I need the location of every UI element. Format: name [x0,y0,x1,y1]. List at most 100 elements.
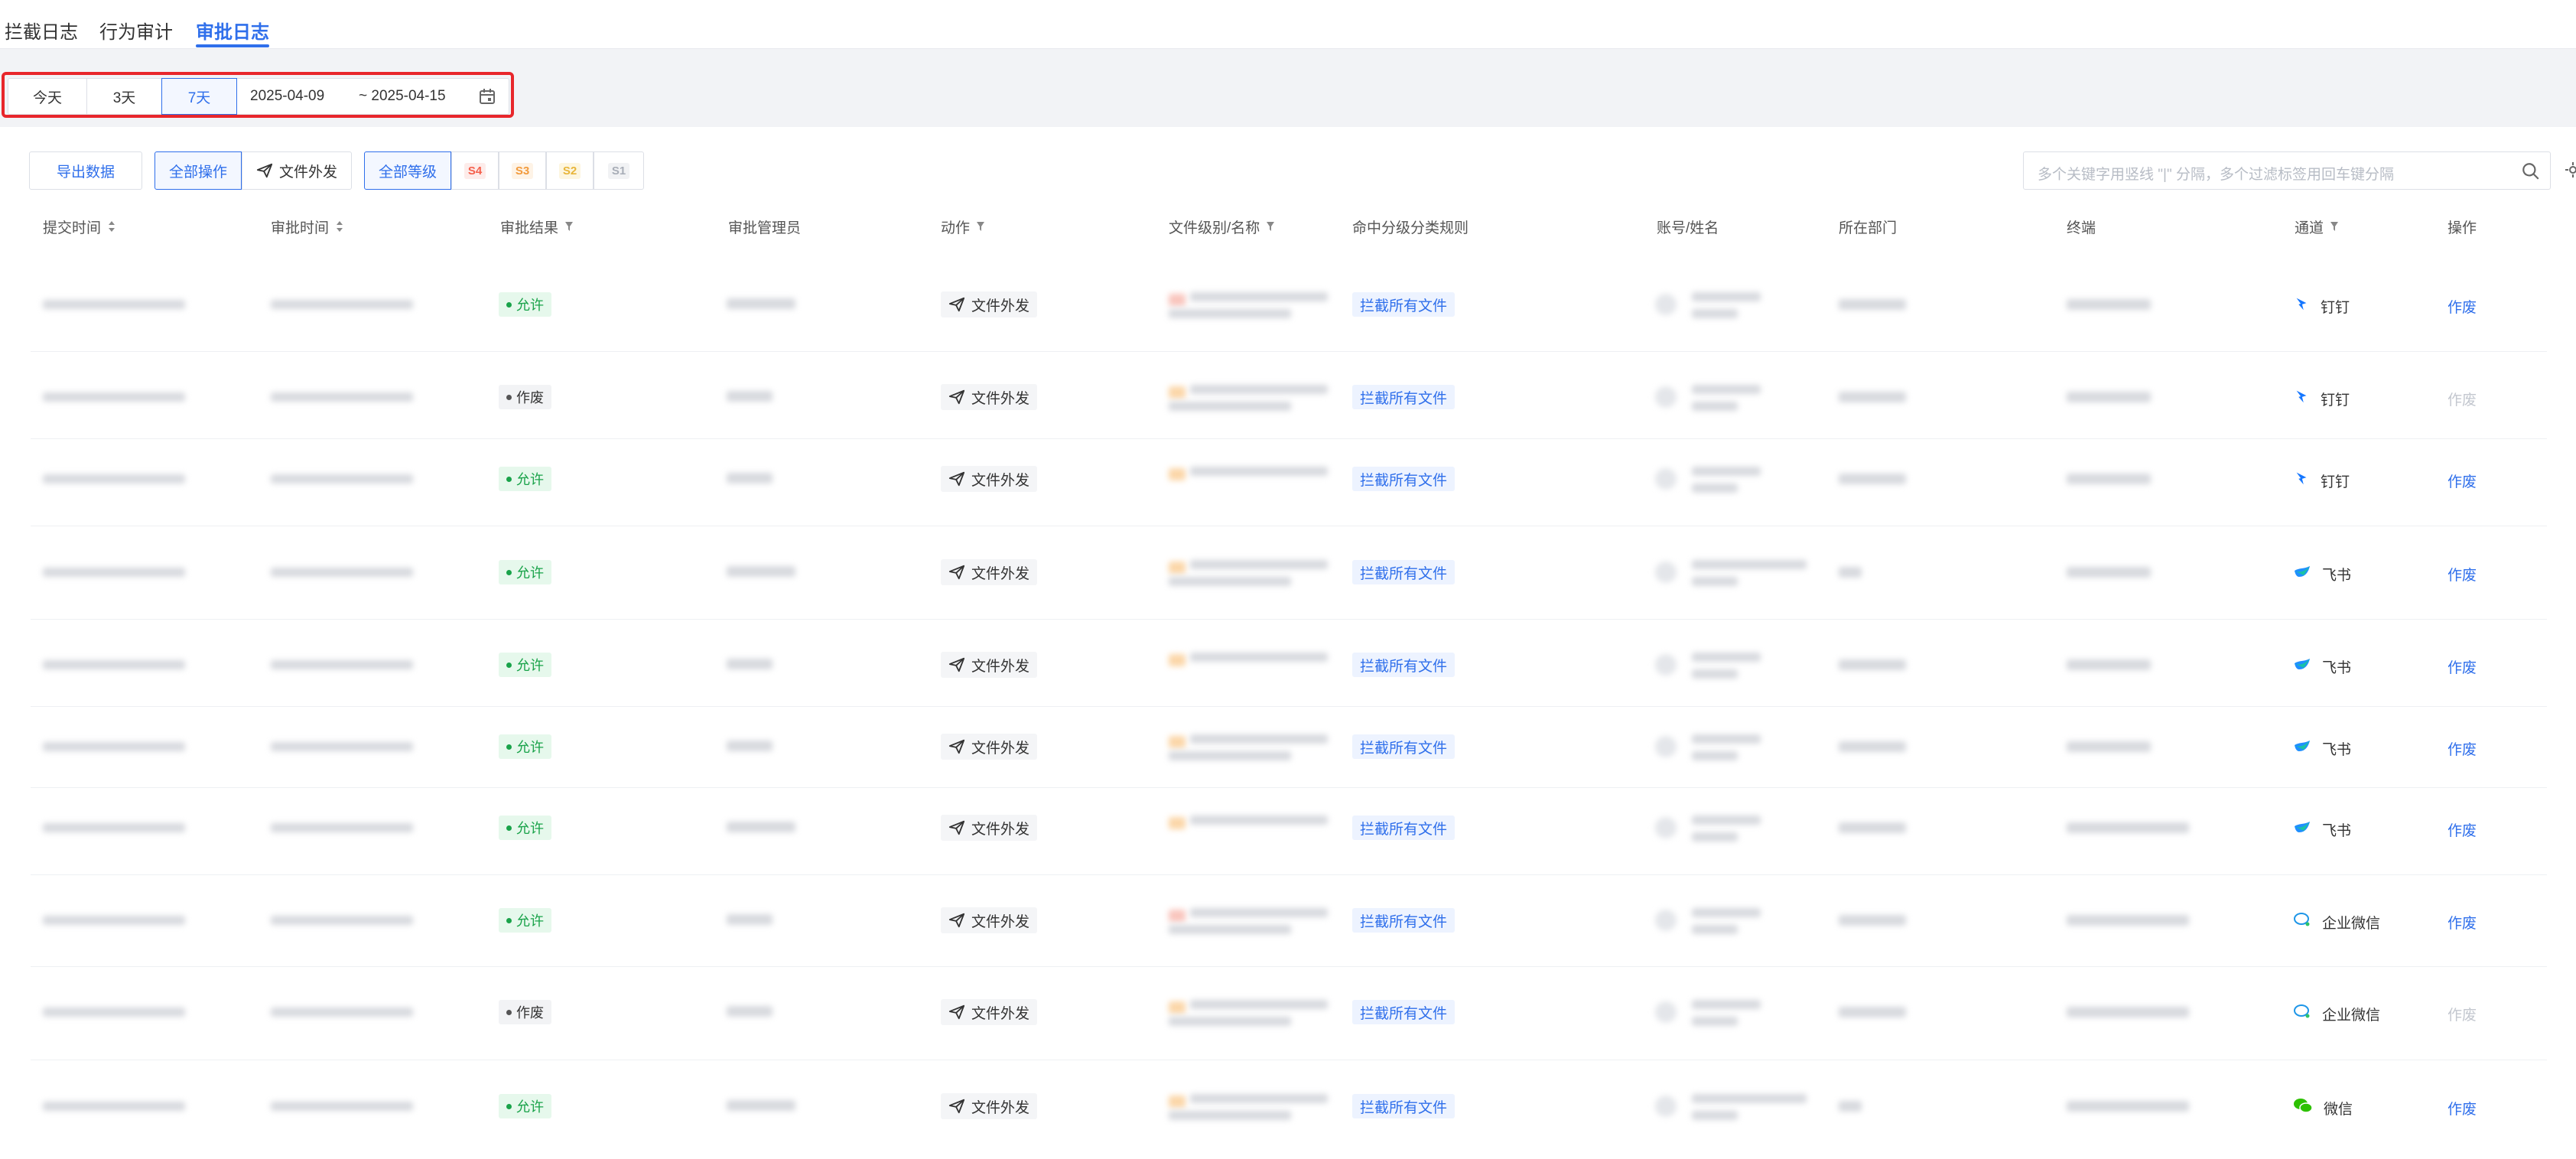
redacted-terminal [2067,567,2151,578]
channel-label: 飞书 [2322,822,2352,839]
status-badge: 允许 [499,560,551,584]
redacted-admin [727,391,772,402]
header-approve-time[interactable]: 审批时间 [271,216,344,237]
channel-cell: 飞书 [2293,819,2351,840]
search-placeholder: 多个关键字用竖线 "|" 分隔，多个过滤标签用回车键分隔 [2038,167,2394,183]
redacted-filename [1169,309,1291,318]
row-divider [31,438,2547,439]
redacted-account [1692,467,1761,476]
redacted-terminal [2067,474,2151,484]
header-result[interactable]: 审批结果 [500,216,574,237]
sort-icon[interactable] [107,220,116,233]
redacted-filename [1190,1000,1328,1009]
void-button[interactable]: 作废 [2448,470,2477,491]
operation-all-button[interactable]: 全部操作 [154,151,242,190]
header-action[interactable]: 动作 [941,216,985,237]
redacted-submit-time [43,300,185,309]
redacted-department [1839,392,1906,402]
redacted-filename [1190,908,1328,917]
operation-send-button[interactable]: 文件外发 [242,151,352,190]
rule-tag[interactable]: 拦截所有文件 [1352,908,1456,933]
rule-tag[interactable]: 拦截所有文件 [1352,734,1456,759]
level-s3-button[interactable]: S3 [499,151,546,190]
rule-tag[interactable]: 拦截所有文件 [1352,1094,1456,1118]
header-submit-time[interactable]: 提交时间 [43,216,116,237]
redacted-submit-time [43,660,185,669]
redacted-account [1692,1094,1807,1103]
send-icon [948,1004,965,1020]
action-tag: 文件外发 [941,652,1038,678]
action-tag: 文件外发 [941,466,1038,492]
level-s4-button[interactable]: S4 [451,151,499,190]
avatar [1655,468,1677,490]
tab-approval-log[interactable]: 审批日志 [196,17,269,47]
rule-tag[interactable]: 拦截所有文件 [1352,467,1456,491]
redacted-filename [1169,1017,1291,1026]
rule-tag[interactable]: 拦截所有文件 [1352,560,1456,584]
header-channel[interactable]: 通道 [2295,216,2339,237]
filter-icon[interactable] [976,220,985,233]
channel-cell: 钉钉 [2293,470,2350,491]
redacted-account [1692,653,1761,662]
header-rule: 命中分级分类规则 [1352,216,1469,237]
export-data-button[interactable]: 导出数据 [29,151,142,190]
rule-tag[interactable]: 拦截所有文件 [1352,385,1456,409]
redacted-admin [727,741,772,751]
search-icon[interactable] [2521,161,2541,181]
highlight-annotation-box [2,72,514,118]
void-button[interactable]: 作废 [2448,912,2477,933]
redacted-admin [727,659,772,669]
redacted-name [1692,1111,1738,1120]
avatar [1655,654,1677,676]
status-badge: 允许 [499,467,551,491]
send-icon [948,913,965,928]
rule-tag[interactable]: 拦截所有文件 [1352,653,1456,677]
search-input[interactable]: 多个关键字用竖线 "|" 分隔，多个过滤标签用回车键分隔 [2023,151,2551,190]
filter-icon[interactable] [2330,220,2339,233]
gear-icon[interactable] [2564,161,2576,179]
void-button[interactable]: 作废 [2448,656,2477,677]
rule-tag[interactable]: 拦截所有文件 [1352,1000,1456,1024]
void-button[interactable]: 作废 [2448,1098,2477,1118]
redacted-department [1839,474,1906,484]
header-file[interactable]: 文件级别/名称 [1169,216,1275,237]
tab-behavior-audit[interactable]: 行为审计 [99,17,173,47]
redacted-account [1692,816,1761,825]
channel-label: 钉钉 [2321,474,2350,490]
dingtalk-icon [2293,295,2310,317]
rule-tag[interactable]: 拦截所有文件 [1352,816,1456,840]
file-level-badge [1169,468,1186,480]
channel-label: 钉钉 [2321,299,2350,316]
level-all-button[interactable]: 全部等级 [364,151,451,190]
redacted-submit-time [43,474,185,483]
redacted-department [1839,822,1906,833]
filter-icon[interactable] [1266,220,1275,233]
void-button[interactable]: 作废 [2448,819,2477,840]
feishu-icon [2293,563,2311,584]
void-button[interactable]: 作废 [2448,738,2477,759]
header-dept: 所在部门 [1839,216,1897,237]
channel-label: 企业微信 [2322,1007,2381,1024]
filter-icon[interactable] [564,220,574,233]
redacted-account [1692,734,1761,744]
file-level-badge [1169,562,1186,574]
void-button[interactable]: 作废 [2448,564,2477,584]
header-file-label: 文件级别/名称 [1169,220,1260,236]
void-button[interactable]: 作废 [2448,296,2477,317]
channel-cell: 飞书 [2293,656,2351,677]
level-s2-button[interactable]: S2 [546,151,594,190]
header-operation-label: 操作 [2448,220,2477,236]
channel-cell: 钉钉 [2293,388,2350,409]
level-s3-label: S3 [511,162,534,179]
level-s1-button[interactable]: S1 [594,151,644,190]
header-terminal: 终端 [2067,216,2096,237]
sort-icon[interactable] [335,220,344,233]
redacted-filename [1169,925,1291,934]
redacted-department [1839,741,1906,752]
header-channel-label: 通道 [2295,220,2324,236]
tab-intercept-log[interactable]: 拦截日志 [5,17,78,47]
file-level-badge [1169,1096,1186,1108]
redacted-name [1692,925,1738,934]
status-badge: 允许 [499,734,551,759]
rule-tag[interactable]: 拦截所有文件 [1352,292,1456,317]
